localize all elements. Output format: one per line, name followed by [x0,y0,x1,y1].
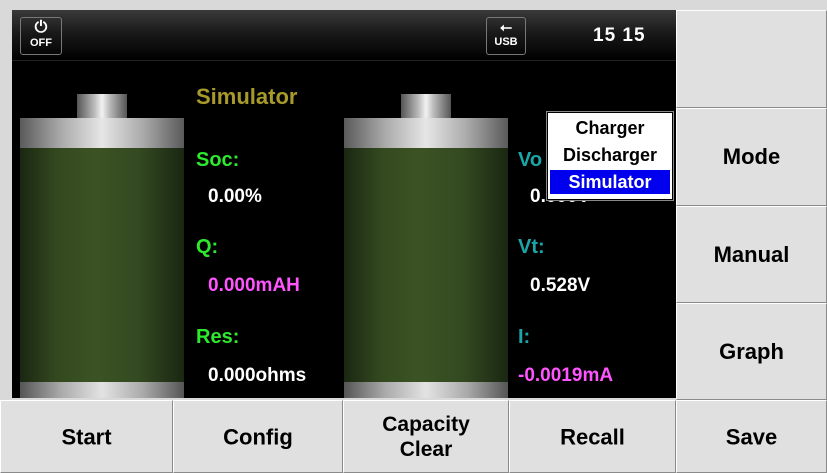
voc-label: Vo [518,149,543,171]
power-icon[interactable]: ⏻ OFF [20,17,62,55]
mode-button[interactable]: Mode [676,108,827,206]
start-button-label: Start [61,424,112,449]
battery-top [344,118,508,148]
blank-softkey[interactable] [676,10,827,108]
res-label: Res: [196,326,240,348]
clock-readout: 15 15 [593,25,646,46]
capacity-clear-button[interactable]: Capacity Clear [343,400,509,473]
soc-label: Soc: [196,149,240,171]
battery-graphic-left [20,94,184,398]
config-button-label: Config [223,424,293,449]
i-value: -0.0019mA [518,365,614,386]
res-value: 0.000ohms [208,365,307,386]
usb-label: USB [494,36,518,48]
config-button[interactable]: Config [173,400,343,473]
battery-body [344,148,508,382]
mode-option-charger[interactable]: Charger [550,116,670,140]
usb-symbol-icon: ⭠ [499,19,512,36]
save-button-label: Save [725,424,778,449]
power-symbol-icon: ⏻ [34,19,48,36]
i-label: I: [518,326,531,348]
battery-bottom [20,382,184,398]
vt-value: 0.528V [530,275,591,296]
mode-dropdown: Charger Discharger Simulator [547,112,673,200]
capacity-clear-line2: Clear [399,437,453,461]
usb-icon: ⭠ USB [486,17,526,55]
battery-bottom [344,382,508,398]
power-status-label: OFF [30,37,52,49]
mode-option-discharger[interactable]: Discharger [550,143,670,167]
status-bar: ⏻ OFF ⭠ USB 15 15 [12,10,676,61]
start-button[interactable]: Start [0,400,173,473]
manual-button[interactable]: Manual [676,206,827,303]
vt-label: Vt: [518,236,545,258]
graph-button-label: Graph [719,338,784,364]
soc-value: 0.00% [208,186,262,207]
capacity-clear-line1: Capacity [382,412,470,436]
battery-terminal [77,94,127,118]
mode-option-simulator[interactable]: Simulator [550,170,670,194]
main-display: ⏻ OFF ⭠ USB 15 15 Simulator Soc: 0.00% Q… [12,10,676,398]
mode-button-label: Mode [722,144,781,169]
recall-button[interactable]: Recall [509,400,676,473]
capacity-clear-button-label: Capacity Clear [344,412,508,462]
save-button[interactable]: Save [676,400,827,473]
battery-body [20,148,184,382]
q-value: 0.000mAH [208,275,300,296]
recall-button-label: Recall [560,424,625,449]
battery-top [20,118,184,148]
instrument-screen: ⏻ OFF ⭠ USB 15 15 Simulator Soc: 0.00% Q… [0,0,827,473]
battery-graphic-right [344,94,508,398]
q-label: Q: [196,236,219,258]
battery-terminal [401,94,451,118]
graph-button[interactable]: Graph [676,303,827,400]
manual-button-label: Manual [713,241,790,267]
mode-title: Simulator [196,84,298,109]
